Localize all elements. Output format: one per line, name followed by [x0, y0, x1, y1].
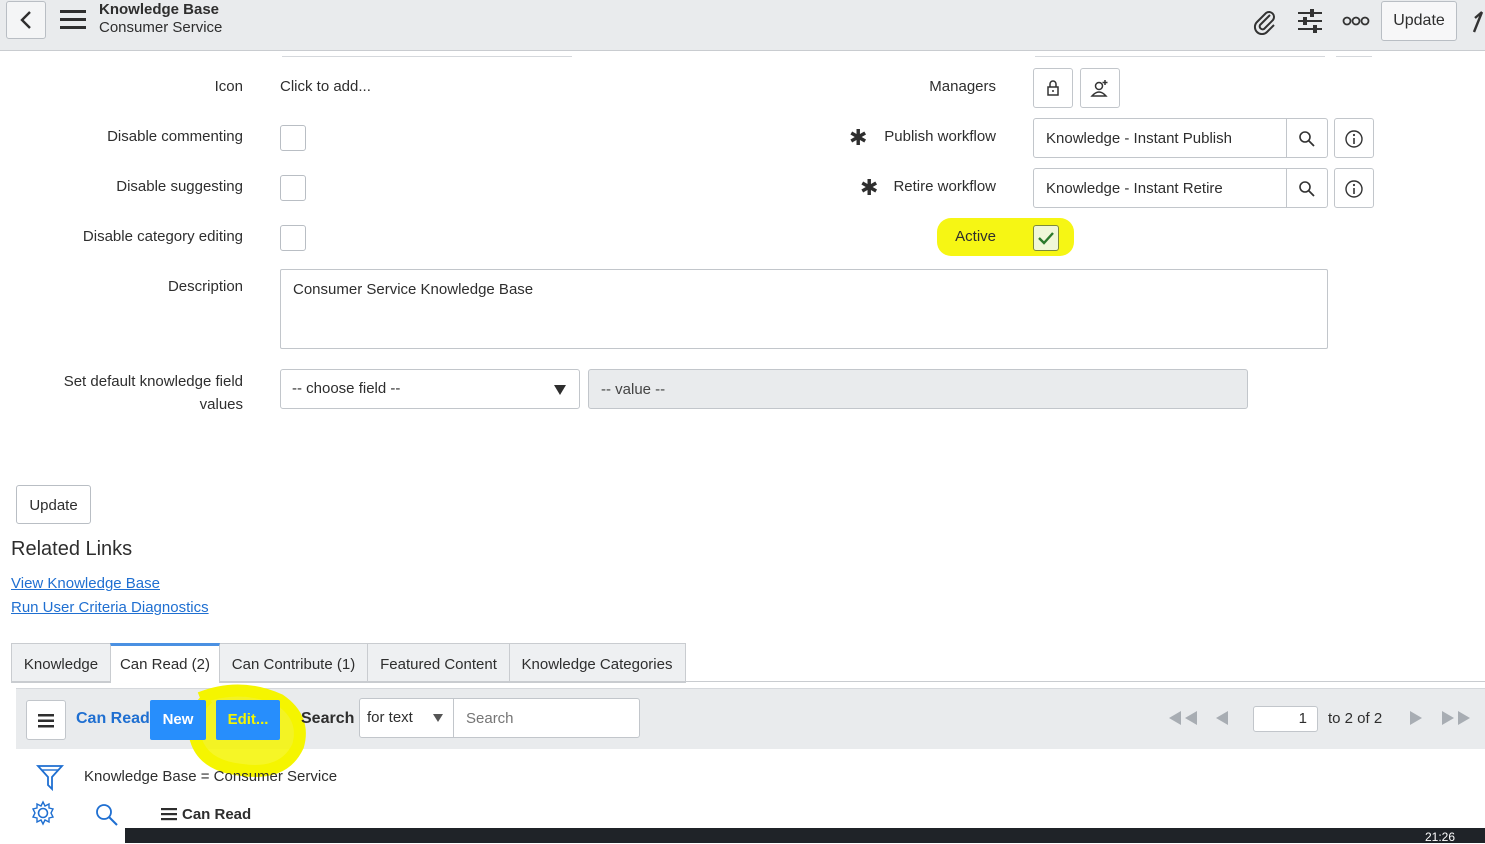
retire-workflow-search-button[interactable]	[1286, 168, 1328, 208]
update-button[interactable]: Update	[16, 485, 91, 524]
description-label: Description	[167, 278, 243, 295]
tab-can-contribute[interactable]: Can Contribute (1)	[220, 643, 368, 681]
active-label: Active	[955, 228, 996, 245]
filter-icon[interactable]	[35, 763, 65, 798]
page-subtitle: Consumer Service	[99, 19, 223, 36]
disable-suggesting-label: Disable suggesting	[116, 178, 243, 195]
default-field-label-line2: values	[199, 396, 243, 413]
filter-breadcrumb[interactable]: Knowledge Base = Consumer Service	[84, 768, 337, 785]
new-button[interactable]: New	[150, 700, 206, 740]
chevron-left-icon	[20, 11, 31, 29]
search-input[interactable]	[453, 698, 640, 738]
search-mode-value: for text	[367, 709, 413, 726]
settings-sliders-icon[interactable]	[1296, 8, 1324, 39]
arrow-up-icon[interactable]	[1470, 8, 1485, 39]
disable-commenting-label: Disable commenting	[107, 128, 243, 145]
search-mode-select[interactable]: for text	[359, 698, 454, 738]
edit-button[interactable]: Edit...	[216, 700, 280, 740]
publish-workflow-info-button[interactable]	[1334, 118, 1374, 158]
dropdown-arrow-icon	[554, 385, 566, 395]
run-user-criteria-diagnostics-link[interactable]: Run User Criteria Diagnostics	[11, 599, 209, 616]
more-options-icon[interactable]	[1342, 14, 1370, 33]
default-value-field[interactable]: -- value --	[588, 369, 1248, 409]
tab-featured-content[interactable]: Featured Content	[368, 643, 510, 681]
tab-can-read[interactable]: Can Read (2)	[110, 643, 220, 683]
taskbar-clock: 21:26	[1425, 830, 1456, 844]
default-field-label-line1: Set default knowledge field	[63, 373, 243, 390]
os-taskbar	[125, 828, 1485, 843]
hamburger-menu-icon[interactable]	[60, 10, 86, 30]
list-menu-button[interactable]	[26, 700, 66, 740]
retire-workflow-input[interactable]: Knowledge - Instant Retire	[1033, 168, 1287, 208]
previous-page-icon[interactable]	[1214, 709, 1230, 732]
divider	[1336, 56, 1372, 57]
publish-workflow-input[interactable]: Knowledge - Instant Publish	[1033, 118, 1287, 158]
publish-workflow-search-button[interactable]	[1286, 118, 1328, 158]
page-number-input[interactable]: 1	[1253, 706, 1318, 732]
divider	[282, 56, 572, 57]
search-icon	[1299, 131, 1315, 147]
view-knowledge-base-link[interactable]: View Knowledge Base	[11, 575, 160, 592]
column-header[interactable]: Can Read	[182, 806, 251, 823]
managers-add-user-button[interactable]	[1080, 68, 1120, 108]
disable-suggesting-checkbox[interactable]	[280, 175, 306, 201]
divider	[11, 681, 1485, 682]
tab-knowledge-categories[interactable]: Knowledge Categories	[510, 643, 684, 681]
last-page-icon[interactable]	[1440, 709, 1472, 732]
icon-click-to-add[interactable]: Click to add...	[280, 78, 371, 95]
choose-field-select[interactable]: -- choose field --	[280, 369, 580, 409]
search-label: Search	[301, 710, 355, 727]
dropdown-arrow-icon	[433, 714, 443, 722]
managers-lock-button[interactable]	[1033, 68, 1073, 108]
disable-category-editing-checkbox[interactable]	[280, 225, 306, 251]
lock-icon	[1047, 80, 1059, 96]
first-page-icon[interactable]	[1167, 709, 1199, 732]
managers-label: Managers	[929, 78, 996, 95]
retire-workflow-info-button[interactable]	[1334, 168, 1374, 208]
info-icon	[1345, 130, 1363, 148]
disable-category-editing-label: Disable category editing	[82, 228, 243, 245]
info-icon	[1345, 180, 1363, 198]
search-icon[interactable]	[94, 802, 120, 833]
choose-field-value: -- choose field --	[292, 380, 401, 397]
tab-knowledge[interactable]: Knowledge	[12, 643, 111, 681]
default-value-placeholder: -- value --	[601, 381, 666, 398]
page-title: Knowledge Base	[99, 1, 220, 18]
next-page-icon[interactable]	[1408, 709, 1424, 732]
description-textarea[interactable]: Consumer Service Knowledge Base	[280, 269, 1328, 349]
header-update-button[interactable]: Update	[1381, 1, 1457, 41]
page-info: to 2 of 2	[1328, 710, 1383, 727]
active-checkbox[interactable]	[1033, 225, 1059, 251]
paperclip-icon[interactable]	[1250, 7, 1278, 40]
related-links-title: Related Links	[11, 538, 133, 560]
default-field-label: Set default knowledge field values	[20, 370, 243, 416]
icon-label: Icon	[214, 78, 243, 95]
checkmark-icon	[1038, 232, 1054, 245]
disable-commenting-checkbox[interactable]	[280, 125, 306, 151]
divider	[1035, 56, 1325, 57]
list-title: Can Read	[76, 710, 150, 727]
add-user-icon	[1090, 80, 1108, 97]
publish-workflow-label: Publish workflow	[884, 128, 996, 145]
gear-icon[interactable]	[30, 800, 56, 831]
search-icon	[1299, 181, 1315, 197]
hamburger-menu-icon	[38, 714, 54, 728]
retire-workflow-label: Retire workflow	[893, 178, 996, 195]
back-button[interactable]	[6, 1, 46, 39]
column-menu-icon[interactable]	[161, 807, 177, 826]
